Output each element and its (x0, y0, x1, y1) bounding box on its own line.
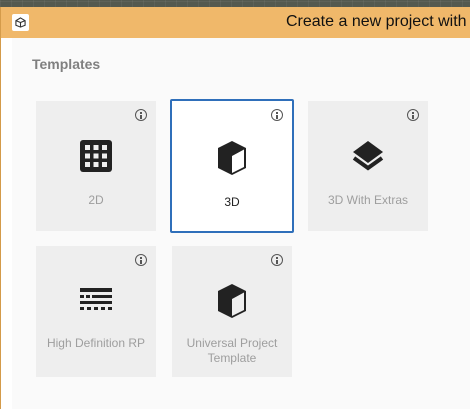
cube-icon (172, 139, 292, 177)
template-card-universal-project-template[interactable]: Universal Project Template (172, 246, 292, 377)
grid-icon (36, 137, 156, 175)
template-card-2d[interactable]: 2D (36, 101, 156, 231)
template-card-3d-with-extras[interactable]: 3D With Extras (308, 101, 428, 231)
info-icon[interactable] (135, 109, 147, 121)
window-title: Create a new project with U (286, 13, 470, 30)
new-project-window: Create a new project with U Templates 2D… (0, 7, 470, 409)
hdrp-icon (36, 282, 156, 320)
title-bar[interactable]: Create a new project with U (1, 7, 470, 38)
template-label: High Definition RP (46, 336, 146, 350)
template-label: Universal Project Template (186, 336, 278, 365)
cube-icon (172, 282, 292, 320)
info-icon[interactable] (407, 109, 419, 121)
info-icon[interactable] (271, 109, 283, 121)
layers-icon (308, 137, 428, 175)
template-label: 3D With Extras (327, 193, 408, 207)
template-card-high-definition-rp[interactable]: High Definition RP (36, 246, 156, 377)
template-label: 2D (88, 193, 104, 207)
template-card-3d[interactable]: 3D (170, 99, 294, 233)
info-icon[interactable] (271, 254, 283, 266)
template-label: 3D (224, 195, 240, 209)
unity-icon (12, 14, 29, 31)
templates-heading: Templates (32, 56, 101, 72)
info-icon[interactable] (135, 254, 147, 266)
content-panel: Templates 2D 3D 3D With Extras High Defi… (12, 38, 470, 409)
